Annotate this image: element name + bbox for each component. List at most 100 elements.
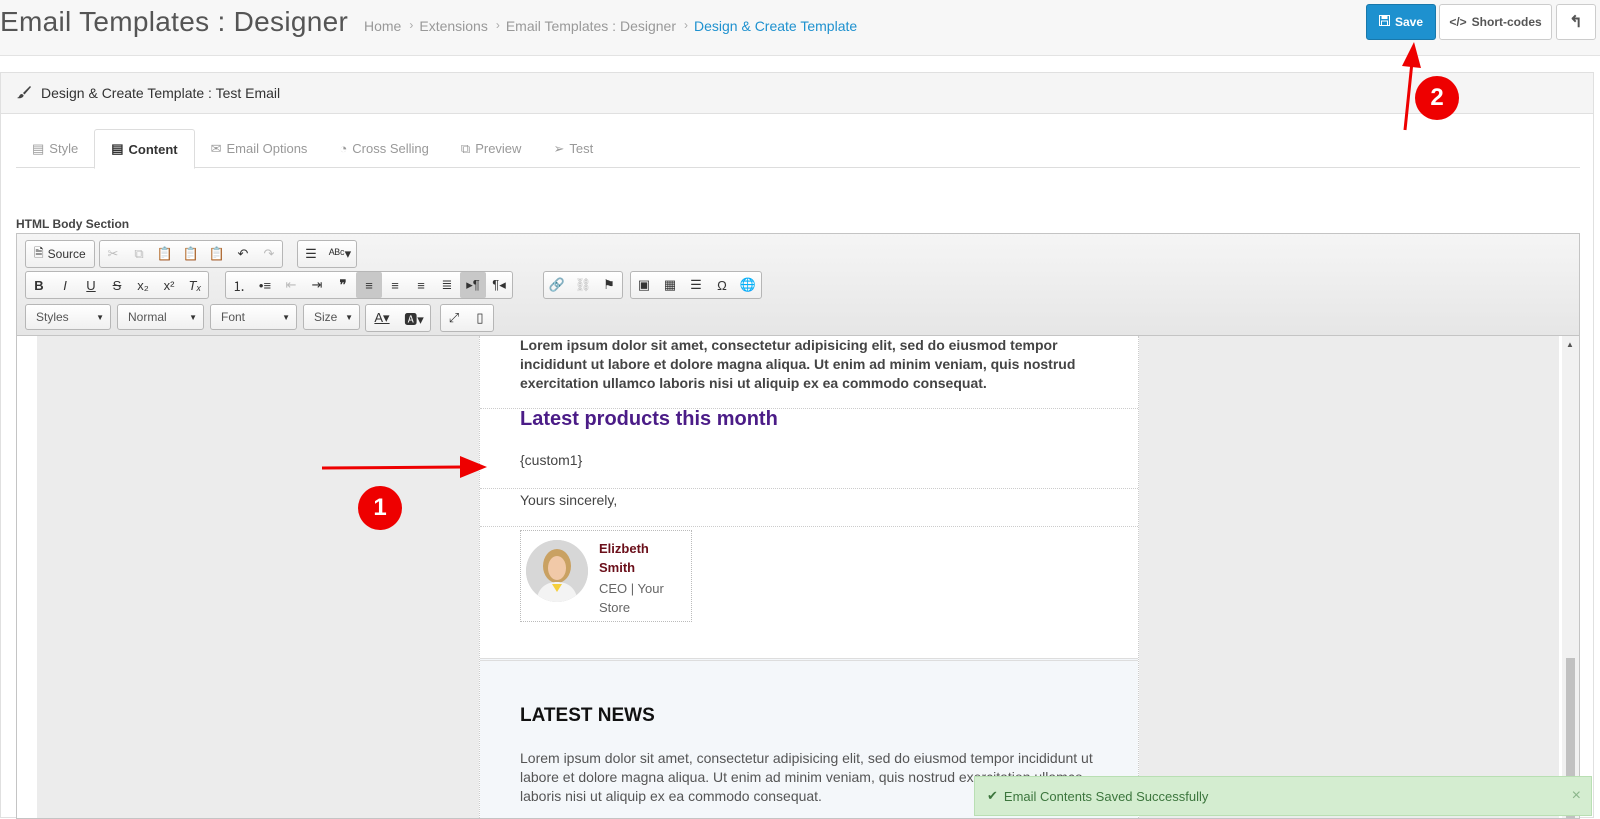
align-left-icon[interactable]: ≡ — [356, 272, 382, 298]
tab-label: Test — [569, 141, 594, 156]
breadcrumb-extensions[interactable]: Extensions — [419, 18, 487, 34]
unlink-icon[interactable]: ⛓ — [570, 272, 596, 298]
outdent-icon[interactable]: ⇤ — [278, 272, 304, 298]
caret-down-icon: ▼ — [282, 312, 290, 322]
tab-test[interactable]: ➢ Test — [537, 129, 609, 168]
numbered-list-icon[interactable]: ⒈ — [226, 272, 252, 298]
tab-cross-selling[interactable]: ◔ Cross Selling — [323, 129, 444, 168]
tab-bar: ▤ Style ▤ Content ✉ Email Options ◔ Cros… — [16, 129, 1580, 169]
save-button[interactable]: Save — [1366, 4, 1436, 40]
paste-word-icon[interactable]: 📋 — [204, 241, 230, 267]
paper-plane-icon: ➢ — [553, 140, 565, 156]
row-divider — [480, 488, 1138, 489]
check-icon: ✔ — [987, 788, 998, 803]
horizontal-line-icon[interactable]: ☰ — [683, 272, 709, 298]
caret-down-icon: ▼ — [96, 312, 104, 322]
caret-down-icon: ▼ — [345, 312, 353, 322]
tab-style[interactable]: ▤ Style — [16, 129, 94, 168]
size-value: Size — [314, 310, 338, 324]
background-color-icon[interactable]: 🅰▾ — [398, 305, 430, 331]
paste-text-icon[interactable]: 📋 — [178, 241, 204, 267]
show-blocks-icon[interactable]: ▯ — [467, 305, 493, 331]
iframe-globe-icon[interactable]: 🌐 — [735, 272, 761, 298]
breadcrumb-designer[interactable]: Email Templates : Designer — [506, 18, 676, 34]
link-icon[interactable]: 🔗 — [544, 272, 570, 298]
news-heading[interactable]: LATEST NEWS — [520, 705, 655, 727]
floppy-disk-icon — [1378, 15, 1390, 29]
success-toast: ✔ Email Contents Saved Successfully × — [974, 776, 1592, 816]
superscript-icon[interactable]: x² — [156, 272, 182, 298]
breadcrumb-home[interactable]: Home — [364, 18, 401, 34]
tab-email-options[interactable]: ✉ Email Options — [195, 129, 324, 168]
close-icon[interactable]: × — [1572, 787, 1581, 805]
toolbar-group-tools: ⤢ ▯ — [440, 304, 494, 332]
size-dropdown[interactable]: Size ▼ — [303, 304, 360, 330]
toolbar-group-links: 🔗 ⛓ ⚑ — [543, 271, 623, 299]
select-all-icon[interactable]: ☰ — [298, 241, 324, 267]
editor-content-area[interactable]: Lorem ipsum dolor sit amet, consectetur … — [17, 336, 1579, 818]
chevron-right-icon: › — [409, 18, 414, 32]
special-char-icon[interactable]: Ω — [709, 272, 735, 298]
custom-token[interactable]: {custom1} — [520, 452, 582, 468]
rss-icon: ◔ — [339, 141, 348, 156]
strikethrough-icon[interactable]: S — [104, 272, 130, 298]
caret-down-icon: ▼ — [189, 312, 197, 322]
styles-value: Styles — [36, 310, 69, 324]
annotation-marker-2: 2 — [1415, 76, 1459, 120]
source-button[interactable]: 🗎 Source — [26, 241, 94, 267]
remove-format-icon[interactable]: Tₓ — [182, 272, 208, 298]
tab-label: Cross Selling — [352, 141, 429, 156]
anchor-flag-icon[interactable]: ⚑ — [596, 272, 622, 298]
format-dropdown[interactable]: Normal ▼ — [117, 304, 204, 330]
intro-paragraph[interactable]: Lorem ipsum dolor sit amet, consectetur … — [520, 336, 1110, 393]
tab-label: Preview — [475, 141, 522, 156]
tab-preview[interactable]: ⧉ Preview — [445, 129, 538, 168]
paste-icon[interactable]: 📋 — [152, 241, 178, 267]
copy-icon[interactable]: ⧉ — [126, 241, 152, 267]
paintbrush-icon — [17, 85, 31, 102]
font-value: Font — [221, 310, 246, 324]
email-body: Lorem ipsum dolor sit amet, consectetur … — [479, 336, 1139, 818]
maximize-icon[interactable]: ⤢ — [441, 305, 467, 331]
align-center-icon[interactable]: ≡ — [382, 272, 408, 298]
envelope-icon: ✉ — [210, 140, 222, 156]
breadcrumb-current[interactable]: Design & Create Template — [694, 18, 857, 34]
cut-icon[interactable]: ✂ — [100, 241, 126, 267]
format-value: Normal — [128, 310, 167, 324]
editor-scrollbar[interactable]: ▲ — [1562, 336, 1579, 818]
section-label: HTML Body Section — [16, 217, 130, 231]
text-direction-ltr-icon[interactable]: ▸¶ — [460, 272, 486, 298]
toolbar-group-editing: ☰ ᴬᴮᶜ▾ — [297, 240, 357, 268]
template-panel: Design & Create Template : Test Email ▤ … — [0, 72, 1594, 819]
back-button[interactable]: ↰ — [1556, 4, 1596, 40]
image-icon[interactable]: ▣ — [631, 272, 657, 298]
redo-icon[interactable]: ↷ — [256, 241, 282, 267]
underline-icon[interactable]: U — [78, 272, 104, 298]
italic-icon[interactable]: I — [52, 272, 78, 298]
styles-dropdown[interactable]: Styles ▼ — [25, 304, 111, 330]
subscript-icon[interactable]: x₂ — [130, 272, 156, 298]
shortcodes-button[interactable]: </> Short-codes — [1439, 4, 1552, 40]
bold-icon[interactable]: B — [26, 272, 52, 298]
table-icon[interactable]: ▦ — [657, 272, 683, 298]
scroll-up-icon[interactable]: ▲ — [1566, 340, 1574, 349]
shortcodes-label: Short-codes — [1471, 15, 1542, 29]
font-dropdown[interactable]: Font ▼ — [210, 304, 297, 330]
closing-text[interactable]: Yours sincerely, — [520, 492, 617, 508]
toolbar-group-colors: A▾ 🅰▾ — [365, 304, 431, 332]
indent-icon[interactable]: ⇥ — [304, 272, 330, 298]
align-justify-icon[interactable]: ≣ — [434, 272, 460, 298]
list-alt-icon: ▤ — [111, 141, 124, 156]
undo-icon[interactable]: ↶ — [230, 241, 256, 267]
text-direction-rtl-icon[interactable]: ¶◂ — [486, 272, 512, 298]
products-heading[interactable]: Latest products this month — [520, 408, 778, 431]
signature-table[interactable]: Elizbeth Smith CEO | Your Store — [520, 530, 692, 622]
align-right-icon[interactable]: ≡ — [408, 272, 434, 298]
spellcheck-icon[interactable]: ᴬᴮᶜ▾ — [324, 241, 356, 267]
tab-content[interactable]: ▤ Content — [94, 129, 195, 169]
blockquote-icon[interactable]: ❞ — [330, 272, 356, 298]
annotation-marker-1: 1 — [358, 486, 402, 530]
save-label: Save — [1394, 15, 1424, 29]
bulleted-list-icon[interactable]: •≡ — [252, 272, 278, 298]
text-color-icon[interactable]: A▾ — [366, 305, 398, 331]
